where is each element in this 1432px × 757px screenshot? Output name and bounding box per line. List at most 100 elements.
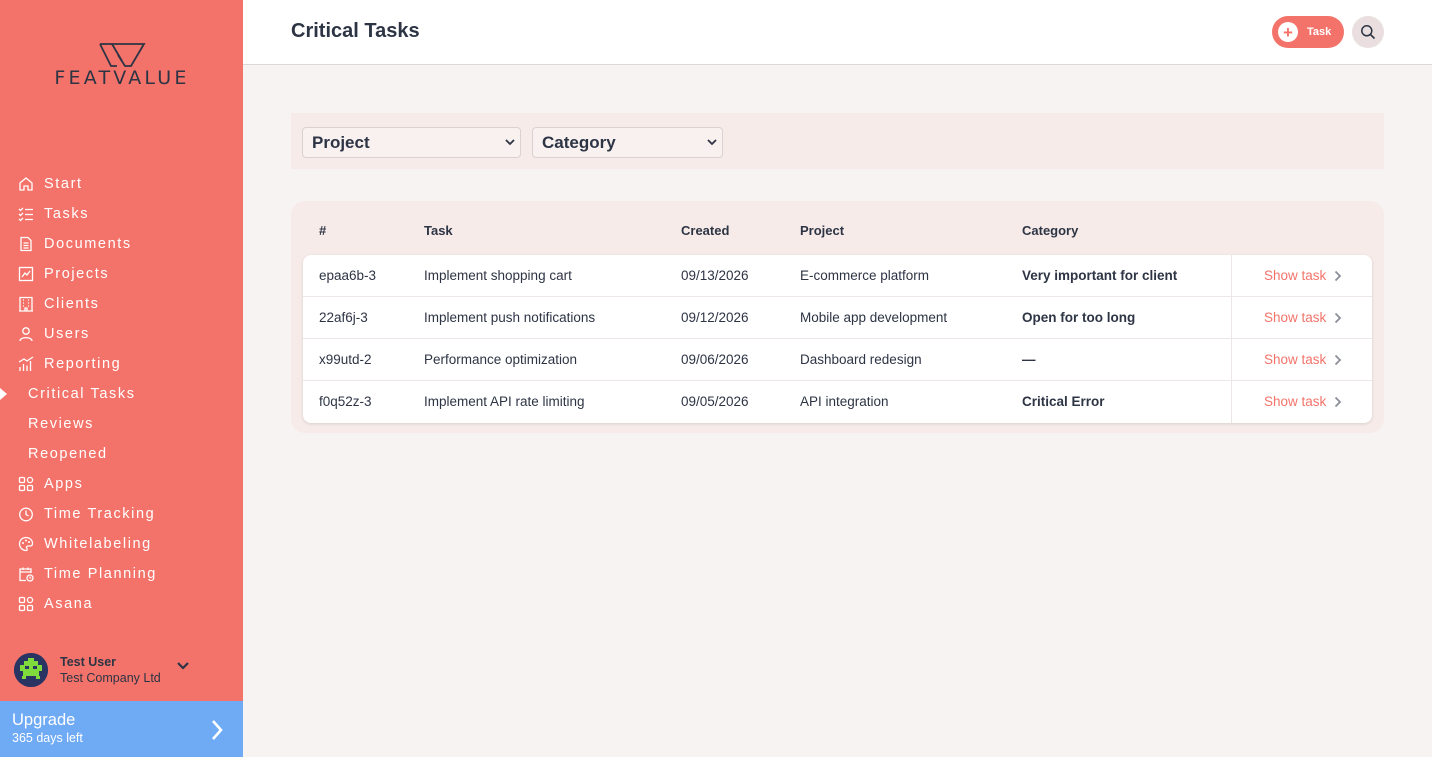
sidebar-nav: Start Tasks Documents Projects Clients U… bbox=[0, 169, 243, 619]
row-divider bbox=[1231, 381, 1232, 423]
task-created: 09/05/2026 bbox=[681, 394, 749, 409]
plus-icon: + bbox=[1278, 22, 1298, 42]
sidebar-item-label: Whitelabeling bbox=[44, 536, 152, 552]
show-task-label: Show task bbox=[1264, 352, 1327, 367]
sidebar-item-asana[interactable]: Asana bbox=[0, 589, 243, 619]
sidebar-item-label: Users bbox=[44, 326, 90, 342]
task-id: f0q52z-3 bbox=[319, 394, 372, 409]
task-id: x99utd-2 bbox=[319, 352, 372, 367]
task-project: Mobile app development bbox=[800, 310, 948, 325]
show-task-label: Show task bbox=[1264, 268, 1327, 283]
checklist-icon bbox=[16, 204, 36, 224]
upgrade-days-left: 365 days left bbox=[12, 731, 83, 745]
column-header-category: Category bbox=[1022, 223, 1079, 238]
sidebar-item-whitelabeling[interactable]: Whitelabeling bbox=[0, 529, 243, 559]
chevron-right-icon bbox=[1335, 312, 1342, 323]
sidebar-item-label: Documents bbox=[44, 236, 132, 252]
show-task-link[interactable]: Show task bbox=[1264, 394, 1342, 409]
search-icon bbox=[1361, 25, 1376, 40]
table-row[interactable]: x99utd-2 Performance optimization 09/06/… bbox=[303, 339, 1372, 381]
table-row[interactable]: f0q52z-3 Implement API rate limiting 09/… bbox=[303, 381, 1372, 423]
task-created: 09/13/2026 bbox=[681, 268, 749, 283]
chevron-right-icon bbox=[212, 720, 223, 740]
sidebar-item-apps[interactable]: Apps bbox=[0, 469, 243, 499]
table-row[interactable]: 22af6j-3 Implement push notifications 09… bbox=[303, 297, 1372, 339]
row-divider bbox=[1231, 255, 1232, 297]
column-header-task: Task bbox=[424, 223, 453, 238]
task-name: Performance optimization bbox=[424, 352, 578, 367]
critical-tasks-table: # Task Created Project Category epaa6b-3… bbox=[291, 201, 1384, 433]
home-icon bbox=[16, 174, 36, 194]
apps-grid-icon bbox=[16, 474, 36, 494]
sidebar-item-clients[interactable]: Clients bbox=[0, 289, 243, 319]
chevron-down-icon bbox=[505, 139, 515, 146]
calendar-clock-icon bbox=[16, 564, 36, 584]
task-category: Critical Error bbox=[1022, 394, 1105, 409]
sidebar-item-start[interactable]: Start bbox=[0, 169, 243, 199]
task-category: Open for too long bbox=[1022, 310, 1136, 325]
sidebar-item-label: Time Tracking bbox=[44, 506, 156, 522]
sidebar-item-label: Asana bbox=[44, 596, 94, 612]
page-title: Critical Tasks bbox=[291, 20, 420, 42]
sidebar: FEATVALUE Start Tasks Documents Projects… bbox=[0, 0, 243, 757]
chevron-right-icon bbox=[1335, 396, 1342, 407]
project-filter-select[interactable]: Project bbox=[302, 127, 521, 158]
user-menu[interactable]: Test User Test Company Ltd bbox=[14, 650, 234, 690]
sidebar-item-time-planning[interactable]: Time Planning bbox=[0, 559, 243, 589]
task-created: 09/06/2026 bbox=[681, 352, 749, 367]
sidebar-item-reviews[interactable]: Reviews bbox=[0, 409, 243, 439]
project-filter-value: Project bbox=[312, 132, 370, 152]
pixel-avatar-icon bbox=[14, 653, 48, 687]
logo-wordmark: FEATVALUE bbox=[54, 67, 190, 89]
show-task-label: Show task bbox=[1264, 310, 1327, 325]
sidebar-item-time-tracking[interactable]: Time Tracking bbox=[0, 499, 243, 529]
show-task-link[interactable]: Show task bbox=[1264, 268, 1342, 283]
row-divider bbox=[1231, 339, 1232, 381]
bar-chart-icon bbox=[16, 354, 36, 374]
chart-board-icon bbox=[16, 264, 36, 284]
sidebar-item-label: Projects bbox=[44, 266, 110, 282]
sidebar-item-users[interactable]: Users bbox=[0, 319, 243, 349]
sidebar-item-label: Tasks bbox=[44, 206, 90, 222]
chevron-down-icon[interactable] bbox=[176, 661, 190, 671]
sidebar-item-label: Clients bbox=[44, 296, 100, 312]
sidebar-item-label: Start bbox=[44, 176, 83, 192]
sidebar-item-tasks[interactable]: Tasks bbox=[0, 199, 243, 229]
logo-mark-icon bbox=[99, 43, 146, 67]
search-button[interactable] bbox=[1352, 16, 1384, 48]
sidebar-item-reporting[interactable]: Reporting bbox=[0, 349, 243, 379]
task-name: Implement API rate limiting bbox=[424, 394, 585, 409]
task-project: Dashboard redesign bbox=[800, 352, 922, 367]
sidebar-item-label: Reviews bbox=[28, 416, 94, 432]
sidebar-item-critical-tasks[interactable]: Critical Tasks bbox=[0, 379, 243, 409]
upgrade-title: Upgrade bbox=[12, 711, 76, 729]
category-filter-select[interactable]: Category bbox=[532, 127, 723, 158]
task-project: E-commerce platform bbox=[800, 268, 930, 283]
show-task-link[interactable]: Show task bbox=[1264, 352, 1342, 367]
document-icon bbox=[16, 234, 36, 254]
sidebar-item-projects[interactable]: Projects bbox=[0, 259, 243, 289]
top-header: Critical Tasks + Task bbox=[243, 0, 1432, 65]
add-task-label: Task bbox=[1307, 26, 1332, 38]
featvalue-logo[interactable]: FEATVALUE bbox=[36, 40, 208, 90]
add-task-button[interactable]: + Task bbox=[1272, 16, 1344, 48]
building-icon bbox=[16, 294, 36, 314]
upgrade-banner[interactable]: Upgrade 365 days left bbox=[0, 701, 243, 757]
apps-grid-icon bbox=[16, 594, 36, 614]
sidebar-item-label: Time Planning bbox=[44, 566, 157, 582]
user-company: Test Company Ltd bbox=[60, 670, 161, 685]
chevron-right-icon bbox=[1335, 354, 1342, 365]
row-divider bbox=[1231, 297, 1232, 339]
show-task-link[interactable]: Show task bbox=[1264, 310, 1342, 325]
avatar bbox=[14, 653, 48, 687]
sidebar-item-label: Critical Tasks bbox=[28, 386, 136, 402]
table-row[interactable]: epaa6b-3 Implement shopping cart 09/13/2… bbox=[303, 255, 1372, 297]
column-header-id: # bbox=[319, 223, 327, 238]
task-id: 22af6j-3 bbox=[319, 310, 368, 325]
chevron-right-icon bbox=[1335, 270, 1342, 281]
palette-icon bbox=[16, 534, 36, 554]
column-header-created: Created bbox=[681, 223, 730, 238]
sidebar-item-documents[interactable]: Documents bbox=[0, 229, 243, 259]
sidebar-item-label: Reporting bbox=[44, 356, 122, 372]
sidebar-item-reopened[interactable]: Reopened bbox=[0, 439, 243, 469]
